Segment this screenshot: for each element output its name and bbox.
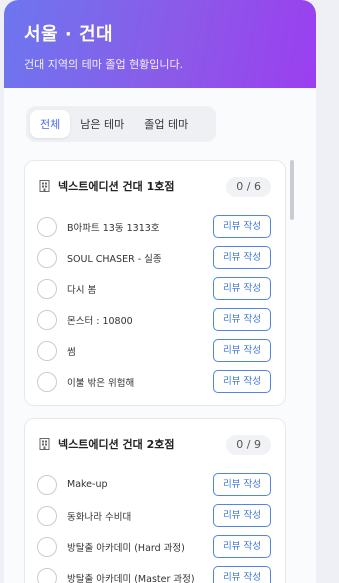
progress-badge: 0 / 9: [226, 435, 271, 455]
complete-checkbox[interactable]: [37, 216, 57, 237]
theme-title: 다시 봄: [67, 284, 97, 296]
tab-all[interactable]: 전체: [30, 110, 71, 138]
store-list: 넥스트에디션 건대 1호점 0 / 6 B아파트 13동 1313호 리뷰 작성…: [4, 158, 316, 583]
theme-title: 썸: [67, 346, 76, 358]
store-card: 넥스트에디션 건대 2호점 0 / 9 Make-up 리뷰 작성 동화나라 수…: [24, 418, 286, 583]
scrollbar[interactable]: [290, 160, 294, 220]
theme-title: 몬스터 : 10800: [67, 315, 133, 327]
write-review-button[interactable]: 리뷰 작성: [213, 277, 271, 300]
theme-row: 썸 리뷰 작성: [25, 335, 285, 366]
tab-completed[interactable]: 졸업 테마: [134, 110, 198, 138]
store-card: 넥스트에디션 건대 1호점 0 / 6 B아파트 13동 1313호 리뷰 작성…: [24, 160, 286, 406]
theme-row: 이불 밖은 위험해 리뷰 작성: [25, 366, 285, 397]
theme-title: 방탈출 아카데미 (Hard 과정): [67, 542, 185, 554]
page-title: 서울 · 건대: [24, 24, 114, 45]
store-name: 넥스트에디션 건대 2호점: [58, 438, 175, 451]
write-review-button[interactable]: 리뷰 작성: [213, 504, 271, 527]
filter-tabs: 전체 남은 테마 졸업 테마: [26, 106, 216, 142]
complete-checkbox[interactable]: [37, 247, 57, 268]
complete-checkbox[interactable]: [37, 536, 57, 557]
write-review-button[interactable]: 리뷰 작성: [213, 566, 271, 583]
complete-checkbox[interactable]: [37, 567, 57, 583]
write-review-button[interactable]: 리뷰 작성: [213, 246, 271, 269]
write-review-button[interactable]: 리뷰 작성: [213, 473, 271, 496]
write-review-button[interactable]: 리뷰 작성: [213, 370, 271, 393]
theme-title: SOUL CHASER - 실종: [67, 253, 162, 265]
page-subtitle: 건대 지역의 테마 졸업 현황입니다.: [24, 58, 184, 71]
theme-row: B아파트 13동 1313호 리뷰 작성: [25, 211, 285, 242]
complete-checkbox[interactable]: [37, 340, 57, 361]
theme-title: 이불 밖은 위험해: [67, 377, 135, 389]
complete-checkbox[interactable]: [37, 505, 57, 526]
write-review-button[interactable]: 리뷰 작성: [213, 339, 271, 362]
write-review-button[interactable]: 리뷰 작성: [213, 535, 271, 558]
theme-row: SOUL CHASER - 실종 리뷰 작성: [25, 242, 285, 273]
theme-title: 동화나라 수비대: [67, 511, 132, 523]
store-card-header: 넥스트에디션 건대 1호점 0 / 6: [25, 161, 285, 211]
theme-row: Make-up 리뷰 작성: [25, 469, 285, 500]
complete-checkbox[interactable]: [37, 371, 57, 392]
theme-row: 몬스터 : 10800 리뷰 작성: [25, 304, 285, 335]
main-panel: 서울 · 건대 건대 지역의 테마 졸업 현황입니다. 전체 남은 테마 졸업 …: [4, 0, 316, 583]
store-name: 넥스트에디션 건대 1호점: [58, 180, 175, 193]
theme-row: 다시 봄 리뷰 작성: [25, 273, 285, 304]
complete-checkbox[interactable]: [37, 309, 57, 330]
progress-badge: 0 / 6: [226, 177, 271, 197]
theme-row: 동화나라 수비대 리뷰 작성: [25, 500, 285, 531]
theme-row: 방탈출 아카데미 (Hard 과정) 리뷰 작성: [25, 531, 285, 562]
theme-title: Make-up: [67, 479, 108, 490]
theme-title: B아파트 13동 1313호: [67, 222, 160, 234]
building-icon: [39, 180, 50, 192]
write-review-button[interactable]: 리뷰 작성: [213, 308, 271, 331]
complete-checkbox[interactable]: [37, 474, 57, 495]
tab-remaining[interactable]: 남은 테마: [70, 110, 134, 138]
store-card-header: 넥스트에디션 건대 2호점 0 / 9: [25, 419, 285, 469]
building-icon: [39, 438, 50, 450]
write-review-button[interactable]: 리뷰 작성: [213, 215, 271, 238]
complete-checkbox[interactable]: [37, 278, 57, 299]
page-header: 서울 · 건대 건대 지역의 테마 졸업 현황입니다.: [4, 0, 316, 88]
theme-title: 방탈출 아카데미 (Master 과정): [67, 573, 195, 583]
theme-row: 방탈출 아카데미 (Master 과정) 리뷰 작성: [25, 562, 285, 583]
